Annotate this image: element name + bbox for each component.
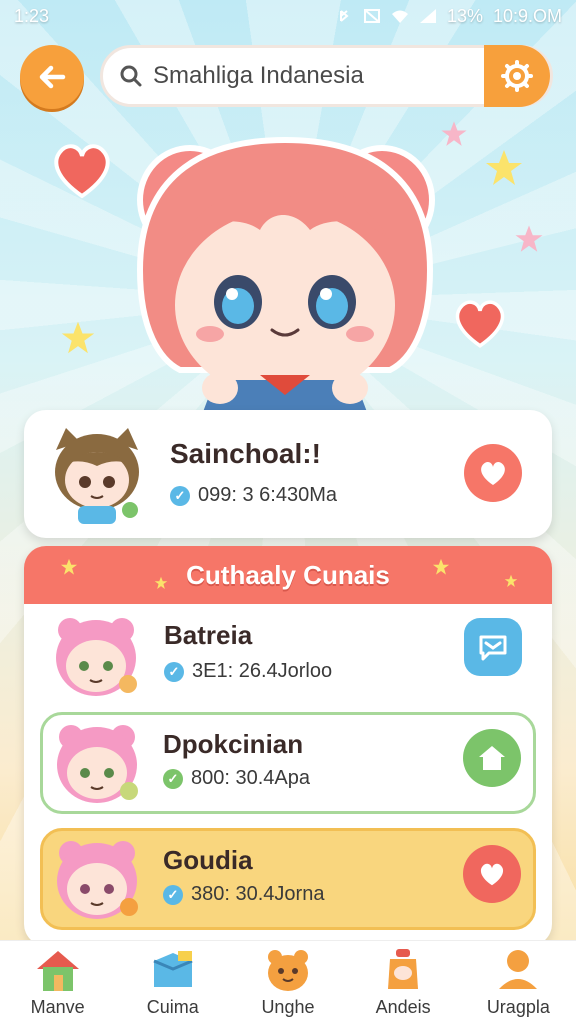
character-list-panel: Cuthaaly Cunais Batreia ✓ 3E1: 26.4Jorlo… [24,546,552,946]
heart-icon [481,461,505,485]
panel-title: Cuthaaly Cunais [186,559,390,590]
star-icon [432,558,450,575]
avatar [57,841,138,919]
favorite-button[interactable] [463,845,521,903]
favorite-button[interactable] [464,444,522,502]
jar-icon [388,949,419,989]
item-sub: ✓ 3E1: 26.4Jorloo [164,660,332,683]
nav-item-andeis[interactable]: Andeis [348,941,458,1018]
home-button[interactable] [463,729,521,787]
search-icon [120,65,142,87]
star-icon [61,321,95,354]
panel-header: Cuthaaly Cunais [24,546,552,604]
person-icon [499,950,538,989]
heart-icon [455,300,505,348]
star-icon [504,574,518,587]
status-bar: 1:23 13% 10:9.OM [0,0,576,32]
featured-sub-text: 099: 3 6:430Ma [198,484,337,506]
box-icon [153,951,193,987]
search-input[interactable]: Smahliga Indanesia [153,62,364,90]
item-sub-text: 3E1: 26.4Jorloo [192,660,333,682]
heart-icon [54,144,110,199]
check-icon: ✓ [163,884,183,905]
avatar [56,618,137,696]
hero-character-image [136,136,435,420]
nav-label: Manve [30,997,85,1017]
item-sub-text: 380: 30.4Jorna [191,883,325,905]
nav-item-uragpla[interactable]: Uragpla [463,941,573,1018]
item-name: Goudia [163,845,253,875]
bluetooth-icon [339,10,349,22]
item-name: Dpokcinian [163,729,304,759]
star-icon [154,576,168,589]
cookie-icon [267,950,308,991]
battery-percent: 13% [446,5,483,26]
item-name: Batreia [164,620,253,650]
avatar [55,428,139,524]
list-item[interactable]: Goudia ✓ 380: 30.4Jorna [40,828,536,930]
bottom-nav: Manve Cuima Unghe Andeis Uragpla [0,940,576,1024]
item-sub-text: 800: 30.4Apa [191,767,310,789]
signal-icon [419,9,436,23]
status-time: 1:23 [14,5,50,26]
check-icon: ✓ [163,768,183,789]
chat-icon [479,635,507,661]
arrow-left-icon [39,65,66,89]
check-icon: ✓ [164,661,184,682]
back-button[interactable] [20,45,84,109]
featured-sub: ✓ 099: 3 6:430Ma [170,484,337,507]
gear-icon [501,60,533,92]
star-icon [486,150,522,185]
star-icon [515,225,543,252]
nav-label: Cuima [146,997,199,1017]
avatar [57,725,138,803]
status-clock: 10:9.OM [492,5,562,26]
wifi-icon [391,10,408,23]
chat-button[interactable] [464,618,522,676]
featured-name: Sainchoal:! [170,438,321,469]
nav-item-cuima[interactable]: Cuima [118,941,228,1018]
nav-label: Unghe [261,997,315,1017]
house-icon [36,951,79,991]
featured-card[interactable]: Sainchoal:! ✓ 099: 3 6:430Ma [24,410,552,538]
check-icon: ✓ [170,485,190,506]
nav-label: Andeis [375,997,431,1017]
settings-button[interactable] [484,45,550,107]
item-sub: ✓ 380: 30.4Jorna [163,883,324,906]
heart-icon [480,863,504,886]
nav-label: Uragpla [486,997,550,1017]
list-item[interactable]: Dpokcinian ✓ 800: 30.4Apa [40,712,536,814]
home-icon [479,746,505,770]
star-icon [60,558,78,575]
mute-icon [363,9,380,23]
nav-item-home[interactable]: Manve [3,941,113,1018]
list-item[interactable]: Batreia ✓ 3E1: 26.4Jorloo [40,606,536,708]
item-sub: ✓ 800: 30.4Apa [163,767,310,790]
search-bar[interactable]: Smahliga Indanesia [100,45,553,107]
nav-item-unghe[interactable]: Unghe [233,941,343,1018]
